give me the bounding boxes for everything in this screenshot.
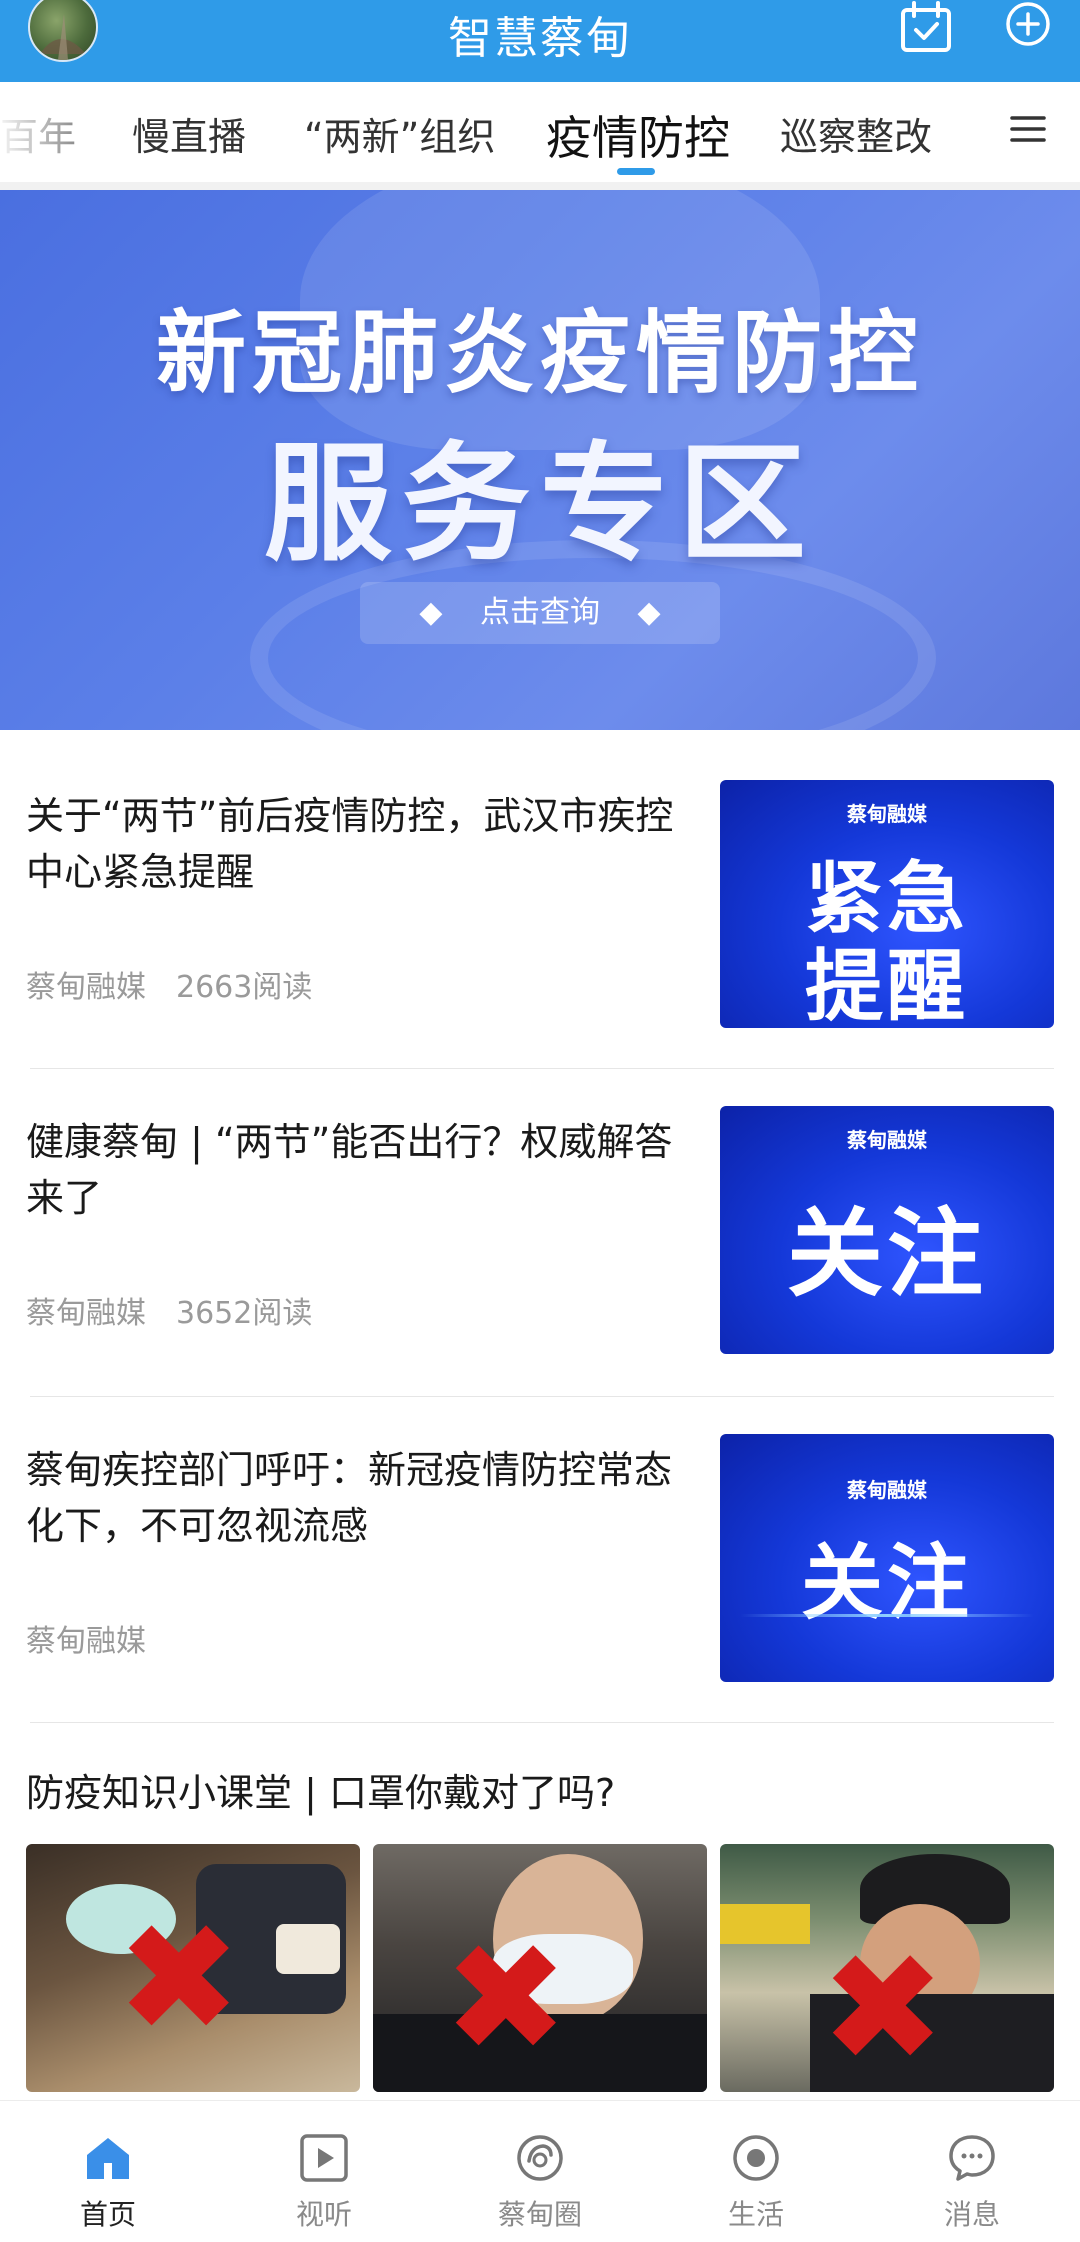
cross-mark-icon: ✖ <box>820 1922 946 2092</box>
home-icon <box>83 2133 133 2187</box>
thumb-brand: 蔡甸融媒 <box>847 1128 927 1152</box>
news-item[interactable]: 关于“两节”前后疫情防控，武汉市疾控中心紧急提醒 蔡甸融媒 2663阅读 蔡甸融媒… <box>0 748 1080 1074</box>
news-item[interactable]: 蔡甸疾控部门呼吁：新冠疫情防控常态化下，不可忽视流感 蔡甸融媒 蔡甸融媒 关注 <box>0 1402 1080 1728</box>
mask-photo-3[interactable]: ✖ <box>720 1844 1054 2092</box>
menu-icon[interactable] <box>1010 114 1046 148</box>
news-thumbnail: 蔡甸融媒 紧急 提醒 <box>720 780 1054 1028</box>
bottom-navigation: 首页 视听 蔡甸圈 生活 消息 <box>0 2100 1080 2242</box>
nav-circle[interactable]: 蔡甸圈 <box>432 2101 648 2242</box>
knowledge-title[interactable]: 防疫知识小课堂 | 口罩你戴对了吗? <box>26 1762 615 1817</box>
news-title: 健康蔡甸 | “两节”能否出行？权威解答来了 <box>26 1120 673 1220</box>
nav-label: 生活 <box>727 2198 784 2231</box>
news-thumbnail: 蔡甸融媒 关注 <box>720 1434 1054 1682</box>
news-read-count: 3652阅读 <box>176 1296 313 1331</box>
thumb-brand: 蔡甸融媒 <box>847 1478 927 1502</box>
news-thumbnail: 蔡甸融媒 关注 <box>720 1106 1054 1354</box>
news-meta: 蔡甸融媒 <box>26 1616 146 1660</box>
cup-shape <box>276 1924 340 1974</box>
divider <box>30 1396 1054 1397</box>
thumb-light-line <box>740 1614 1034 1617</box>
mask-photo-1[interactable]: ✖ <box>26 1844 360 2092</box>
plus-circle-icon[interactable] <box>1004 0 1052 52</box>
chat-bubble-icon <box>947 2133 997 2187</box>
cross-mark-icon: ✖ <box>443 1912 569 2086</box>
diamond-icon: ◆ <box>419 595 443 630</box>
tab-slow-live[interactable]: 慢直播 <box>132 106 246 161</box>
price-tag-shape <box>720 1904 810 1944</box>
nav-home[interactable]: 首页 <box>0 2101 216 2242</box>
nav-video[interactable]: 视听 <box>216 2101 432 2242</box>
banner-title: 新冠肺炎疫情防控 <box>156 301 924 406</box>
divider <box>30 1068 1054 1069</box>
video-play-icon <box>299 2133 349 2187</box>
thumb-text: 关注 <box>800 1536 973 1631</box>
thumb-text: 提醒 <box>804 942 969 1028</box>
banner-query-label: 点击查询 <box>480 595 600 630</box>
thumb-brand: 蔡甸融媒 <box>847 802 927 826</box>
tab-liangxin[interactable]: “两新”组织 <box>304 106 495 161</box>
tab-inspection[interactable]: 巡察整改 <box>780 106 932 161</box>
banner-query-button[interactable]: ◆ 点击查询 ◆ <box>360 582 720 644</box>
thumb-text: 关注 <box>787 1198 987 1310</box>
banner-subtitle: 服务专区 <box>263 430 816 579</box>
news-title: 关于“两节”前后疫情防控，武汉市疾控中心紧急提醒 <box>26 794 674 894</box>
life-circle-icon <box>731 2133 781 2187</box>
news-meta: 蔡甸融媒 3652阅读 <box>26 1288 312 1332</box>
news-meta: 蔡甸融媒 2663阅读 <box>26 962 312 1006</box>
circle-swirl-icon <box>515 2133 565 2187</box>
cross-mark-icon: ✖ <box>116 1892 242 2066</box>
nav-label: 消息 <box>943 2198 1000 2231</box>
nav-label: 蔡甸圈 <box>497 2198 582 2231</box>
news-source: 蔡甸融媒 <box>26 1624 146 1659</box>
news-source: 蔡甸融媒 <box>26 970 146 1005</box>
nav-life[interactable]: 生活 <box>648 2101 864 2242</box>
divider <box>30 1722 1054 1723</box>
category-tabs: 百年 慢直播 “两新”组织 疫情防控 巡察整改 <box>0 82 1080 190</box>
news-item[interactable]: 健康蔡甸 | “两节”能否出行？权威解答来了 蔡甸融媒 3652阅读 蔡甸融媒 关… <box>0 1074 1080 1400</box>
tab-bainian[interactable]: 百年 <box>0 106 76 161</box>
calendar-check-icon[interactable] <box>898 0 954 60</box>
news-source: 蔡甸融媒 <box>26 1296 146 1331</box>
mask-photo-2[interactable]: ✖ <box>373 1844 707 2092</box>
news-title: 蔡甸疾控部门呼吁：新冠疫情防控常态化下，不可忽视流感 <box>26 1448 673 1548</box>
active-tab-indicator <box>617 168 655 175</box>
nav-label: 视听 <box>295 2198 352 2231</box>
epidemic-service-banner[interactable]: 新冠肺炎疫情防控 服务专区 ◆ 点击查询 ◆ <box>0 190 1080 730</box>
nav-label: 首页 <box>79 2198 136 2231</box>
tab-epidemic-prevention[interactable]: 疫情防控 <box>546 102 730 168</box>
news-read-count: 2663阅读 <box>176 970 313 1005</box>
diamond-icon: ◆ <box>637 595 661 630</box>
nav-messages[interactable]: 消息 <box>864 2101 1080 2242</box>
top-header: 智慧蔡甸 <box>0 0 1080 82</box>
